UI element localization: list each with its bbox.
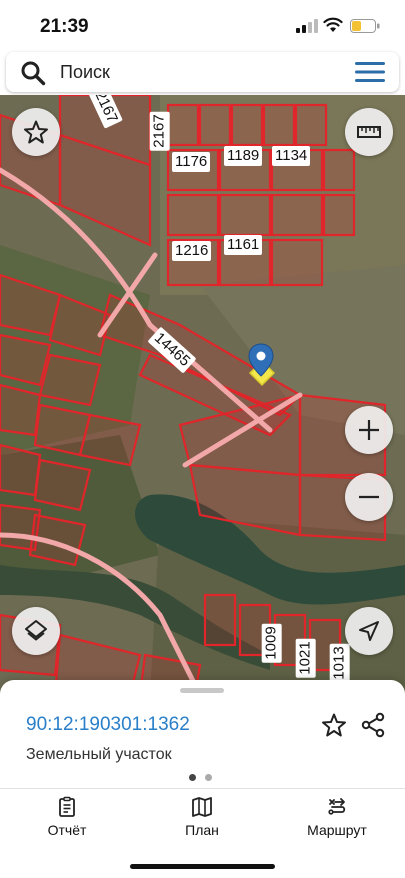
star-icon — [24, 120, 48, 144]
status-bar: 21:39 — [0, 0, 405, 50]
layers-button[interactable] — [12, 607, 60, 655]
parcel-label[interactable]: 1134 — [272, 146, 311, 166]
menu-icon[interactable] — [355, 61, 385, 83]
ruler-button[interactable] — [345, 108, 393, 156]
parcel-info-sheet[interactable]: 90:12:190301:1362 Земельный участок Отчё… — [0, 680, 405, 878]
share-icon[interactable] — [360, 712, 386, 738]
home-indicator[interactable] — [130, 864, 275, 869]
search-input[interactable]: Поиск — [60, 62, 110, 83]
parcel-label[interactable]: 1009 — [261, 623, 282, 663]
tab-plan-label: План — [185, 822, 219, 838]
tab-plan[interactable]: План — [147, 796, 257, 838]
status-time: 21:39 — [40, 16, 89, 37]
my-location-button[interactable] — [345, 607, 393, 655]
ruler-icon — [357, 126, 381, 138]
bottom-tab-bar: Отчёт План Маршрут — [0, 792, 405, 842]
cadastral-map[interactable]: 2167 2167 1176 1189 1134 1216 1161 14465… — [0, 95, 405, 695]
route-icon — [328, 798, 346, 815]
page-dot — [205, 774, 212, 781]
tab-route[interactable]: Маршрут — [282, 796, 392, 838]
plus-icon — [359, 420, 379, 440]
wifi-icon — [323, 17, 343, 32]
parcel-label[interactable]: 1013 — [329, 643, 350, 683]
cellular-signal-icon — [296, 19, 318, 33]
parcel-type: Земельный участок — [26, 746, 172, 763]
battery-icon — [350, 19, 380, 33]
tab-route-label: Маршрут — [307, 822, 367, 838]
parcel-label[interactable]: 1176 — [172, 152, 211, 172]
tab-report-label: Отчёт — [47, 822, 87, 838]
page-dot-active — [189, 774, 196, 781]
satellite-map-layer[interactable] — [0, 95, 405, 695]
layers-icon — [25, 620, 47, 641]
search-icon — [21, 61, 46, 86]
tab-report[interactable]: Отчёт — [12, 796, 122, 838]
favorites-button[interactable] — [12, 108, 60, 156]
search-bar[interactable]: Поиск — [6, 52, 399, 92]
navigation-arrow-icon — [359, 621, 379, 641]
report-icon — [59, 796, 75, 817]
parcel-label[interactable]: 1189 — [224, 146, 263, 166]
sheet-drag-handle[interactable] — [180, 688, 224, 693]
page-indicator — [189, 774, 212, 781]
zoom-out-button[interactable] — [345, 473, 393, 521]
location-pin-icon[interactable] — [248, 343, 274, 377]
map-plan-icon — [192, 797, 212, 817]
parcel-label[interactable]: 1021 — [295, 638, 316, 678]
parcel-label[interactable]: 1161 — [224, 235, 263, 255]
cadastral-number[interactable]: 90:12:190301:1362 — [26, 714, 190, 736]
minus-icon — [359, 495, 379, 499]
parcel-label[interactable]: 1216 — [172, 241, 212, 261]
divider — [0, 788, 405, 789]
parcel-label[interactable]: 2167 — [149, 111, 170, 151]
zoom-in-button[interactable] — [345, 406, 393, 454]
favorite-star-icon[interactable] — [321, 712, 347, 738]
